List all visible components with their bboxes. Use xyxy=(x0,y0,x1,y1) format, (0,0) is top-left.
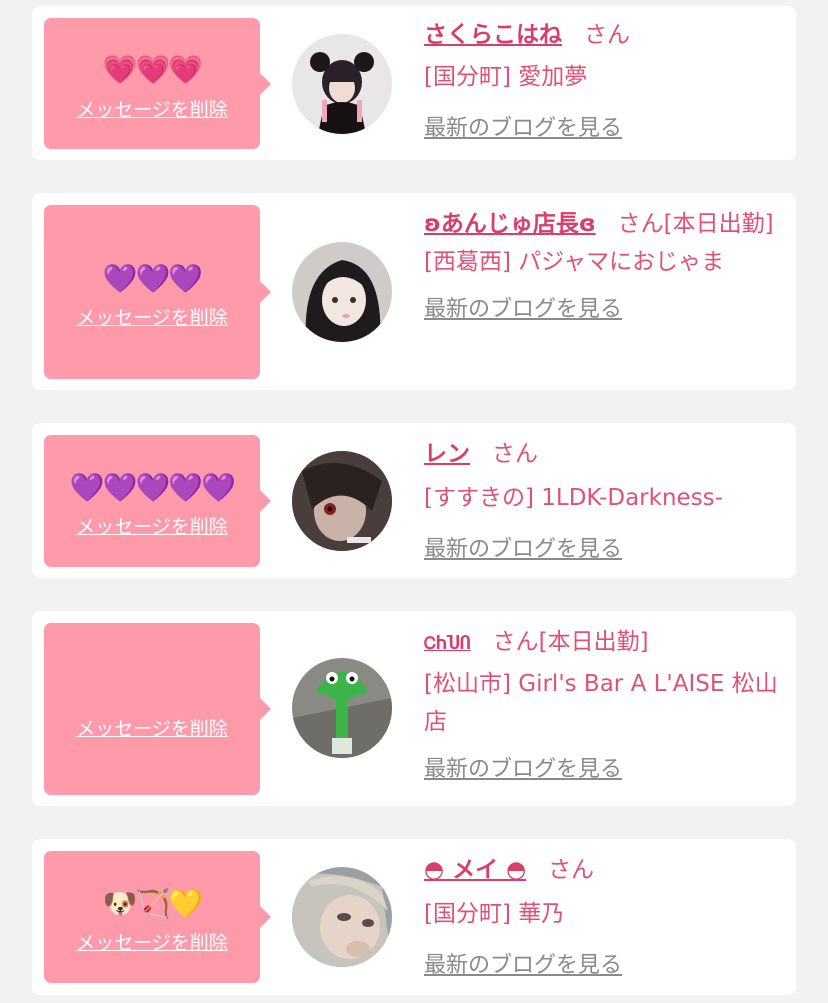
honorific: さん xyxy=(492,629,539,655)
latest-blog-link[interactable]: 最新のブログを見る xyxy=(424,110,782,148)
name-line: さくらこはね さん xyxy=(424,16,782,54)
stamp-emoji: 💜💜💜 xyxy=(102,262,204,295)
message-card: 🐶🏹💛 メッセージを削除 ◓ メイ ◓ さん [国分町] 華乃 最新のブログを見る xyxy=(32,839,796,995)
avatar[interactable] xyxy=(292,867,392,967)
message-info: ʚあんじゅ店長ɞ さん[本日出勤] [西葛西] パジャマにおじゃま 最新のブログを… xyxy=(424,205,782,329)
status-suffix: [本日出勤] xyxy=(663,211,774,237)
honorific: さん xyxy=(548,857,595,883)
sender-name-link[interactable]: さくらこはね xyxy=(424,22,562,48)
stamp-emoji: 💗💗💗 xyxy=(102,53,204,86)
message-card: メッセージを削除 ᏟႹႮႶ さん[本日出勤] [松山市] Girl's Bar A… xyxy=(32,611,796,806)
honorific: さん xyxy=(617,211,664,237)
sender-name-link[interactable]: ◓ メイ ◓ xyxy=(424,857,526,883)
shop-name: [国分町] 愛加夢 xyxy=(424,64,588,90)
honorific: さん xyxy=(584,22,630,48)
latest-blog-link[interactable]: 最新のブログを見る xyxy=(424,531,782,569)
message-box: メッセージを削除 xyxy=(44,623,271,795)
stamp-emoji: 🐶🏹💛 xyxy=(102,887,204,920)
delete-message-button[interactable]: メッセージを削除 xyxy=(44,714,260,741)
name-line: ◓ メイ ◓ さん xyxy=(424,851,782,889)
message-box: 🐶🏹💛 メッセージを削除 xyxy=(44,851,271,983)
name-line: ʚあんじゅ店長ɞ さん[本日出勤] xyxy=(424,205,774,243)
sender-name-link[interactable]: ʚあんじゅ店長ɞ xyxy=(424,211,596,237)
sender-name-link[interactable]: ᏟႹႮႶ xyxy=(424,634,471,654)
sender-name-link[interactable]: レン xyxy=(424,441,470,467)
shop-name: [西葛西] パジャマにおじゃま xyxy=(424,249,725,275)
message-info: レン さん [すすきの] 1LDK-Darkness- 最新のブログを見る xyxy=(424,435,782,569)
avatar[interactable] xyxy=(292,451,392,551)
avatar[interactable] xyxy=(292,242,392,342)
shop-name: [松山市] Girl's Bar A L'AISE 松山店 xyxy=(424,671,778,735)
message-card: 💜💜💜 メッセージを削除 ʚあんじゅ店長ɞ さん[本日出勤] [西葛西] パジャマ… xyxy=(32,193,796,390)
delete-message-button[interactable]: メッセージを削除 xyxy=(44,512,260,539)
message-box: 💗💗💗 メッセージを削除 xyxy=(44,18,271,149)
shop-name: [すすきの] 1LDK-Darkness- xyxy=(424,485,723,511)
latest-blog-link[interactable]: 最新のブログを見る xyxy=(424,751,782,789)
message-card: 💗💗💗 メッセージを削除 さくらこはね さん [国分町] 愛加夢 最新のブログを見… xyxy=(32,6,796,160)
stamp-emoji: 💜💜💜💜💜 xyxy=(69,471,236,504)
shop-name: [国分町] 華乃 xyxy=(424,901,565,927)
message-card: 💜💜💜💜💜 メッセージを削除 レン さん [すすきの] 1LDK-Darkness… xyxy=(32,423,796,578)
message-info: ᏟႹႮႶ さん[本日出勤] [松山市] Girl's Bar A L'AISE 松… xyxy=(424,623,782,789)
message-info: ◓ メイ ◓ さん [国分町] 華乃 最新のブログを見る xyxy=(424,851,782,985)
message-info: さくらこはね さん [国分町] 愛加夢 最新のブログを見る xyxy=(424,16,782,148)
delete-message-button[interactable]: メッセージを削除 xyxy=(44,303,260,330)
delete-message-button[interactable]: メッセージを削除 xyxy=(44,95,260,122)
latest-blog-link[interactable]: 最新のブログを見る xyxy=(424,291,782,329)
avatar[interactable] xyxy=(292,34,392,134)
name-line: ᏟႹႮႶ さん[本日出勤] xyxy=(424,623,782,663)
delete-message-button[interactable]: メッセージを削除 xyxy=(44,928,260,955)
message-box: 💜💜💜 メッセージを削除 xyxy=(44,205,271,379)
message-box: 💜💜💜💜💜 メッセージを削除 xyxy=(44,435,271,567)
honorific: さん xyxy=(492,441,538,467)
latest-blog-link[interactable]: 最新のブログを見る xyxy=(424,947,782,985)
avatar[interactable] xyxy=(292,658,392,758)
status-suffix: [本日出勤] xyxy=(538,629,649,655)
name-line: レン さん xyxy=(424,435,782,473)
